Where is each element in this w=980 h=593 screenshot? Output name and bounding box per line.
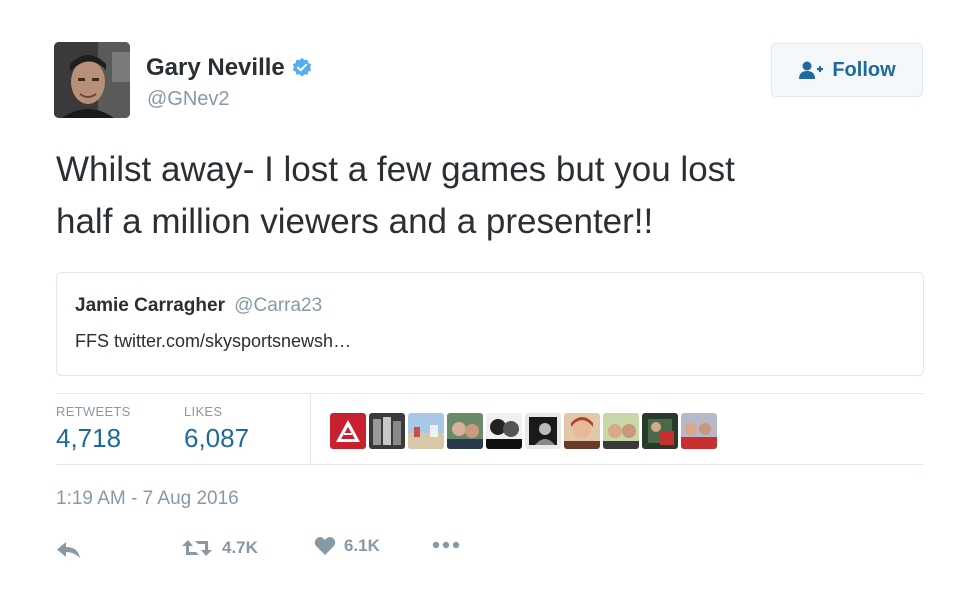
liker-avatar-image [369, 413, 405, 449]
liker-avatars [330, 413, 717, 449]
liker-avatar-image [408, 413, 444, 449]
quoted-tweet-text: FFS twitter.com/skysportsnewsh… [75, 331, 352, 351]
author-name-row[interactable]: Gary Neville [146, 54, 313, 82]
liker-avatar[interactable] [603, 413, 639, 449]
more-icon [432, 541, 460, 549]
like-button[interactable]: 6.1K [314, 536, 380, 556]
follow-button[interactable]: Follow [771, 43, 923, 97]
tweet-timestamp[interactable]: 1:19 AM - 7 Aug 2016 [56, 488, 239, 510]
author-name[interactable]: Gary Neville [146, 54, 285, 82]
verified-badge-icon [292, 57, 311, 77]
liker-avatar-image [330, 413, 366, 449]
author-avatar-image [54, 42, 130, 118]
follow-label: Follow [832, 58, 896, 81]
tweet-actions: 4.7K 6.1K [56, 536, 756, 566]
tweet-stats: RETWEETS 4,718 LIKES 6,087 [56, 393, 924, 465]
author-avatar[interactable] [54, 42, 130, 118]
author-handle[interactable]: @GNev2 [147, 88, 230, 111]
quoted-author-name: Jamie Carragher [75, 295, 225, 316]
liker-avatar[interactable] [369, 413, 405, 449]
tweet-text-line-1: Whilst away- I lost a few games but you … [56, 150, 735, 189]
liker-avatar-image [603, 413, 639, 449]
liker-avatar-image [564, 413, 600, 449]
heart-icon [314, 537, 336, 555]
retweet-button[interactable]: 4.7K [180, 536, 258, 560]
stats-divider [310, 394, 311, 464]
liker-avatar-image [642, 413, 678, 449]
quoted-tweet-header: Jamie Carragher @Carra23 [75, 295, 905, 317]
liker-avatar-image [525, 413, 561, 449]
liker-avatar-image [486, 413, 522, 449]
liker-avatar-image [447, 413, 483, 449]
liker-avatar[interactable] [525, 413, 561, 449]
tweet-text: Whilst away- I lost a few games but you … [56, 144, 916, 248]
liker-avatar[interactable] [330, 413, 366, 449]
likes-stat[interactable]: LIKES 6,087 [184, 404, 249, 454]
more-button[interactable] [432, 540, 460, 550]
reply-icon [57, 542, 80, 558]
liker-avatar[interactable] [447, 413, 483, 449]
liker-avatar[interactable] [642, 413, 678, 449]
quoted-tweet[interactable]: Jamie Carragher @Carra23 FFS twitter.com… [56, 272, 924, 376]
tweet-text-line-2: half a million viewers and a presenter!! [56, 202, 654, 241]
follow-user-icon [799, 61, 824, 79]
liker-avatar[interactable] [681, 413, 717, 449]
likes-label: LIKES [184, 404, 223, 419]
quoted-author-handle: @Carra23 [234, 295, 323, 316]
liker-avatar[interactable] [486, 413, 522, 449]
reply-button[interactable] [56, 540, 82, 560]
like-count: 6.1K [344, 536, 380, 555]
retweet-count: 4.7K [222, 538, 258, 557]
liker-avatar[interactable] [564, 413, 600, 449]
likes-count: 6,087 [184, 423, 250, 453]
retweets-stat[interactable]: RETWEETS 4,718 [56, 404, 131, 454]
retweets-label: RETWEETS [56, 404, 131, 419]
retweet-icon [182, 540, 212, 556]
liker-avatar-image [681, 413, 717, 449]
liker-avatar[interactable] [408, 413, 444, 449]
retweets-count: 4,718 [56, 423, 122, 453]
